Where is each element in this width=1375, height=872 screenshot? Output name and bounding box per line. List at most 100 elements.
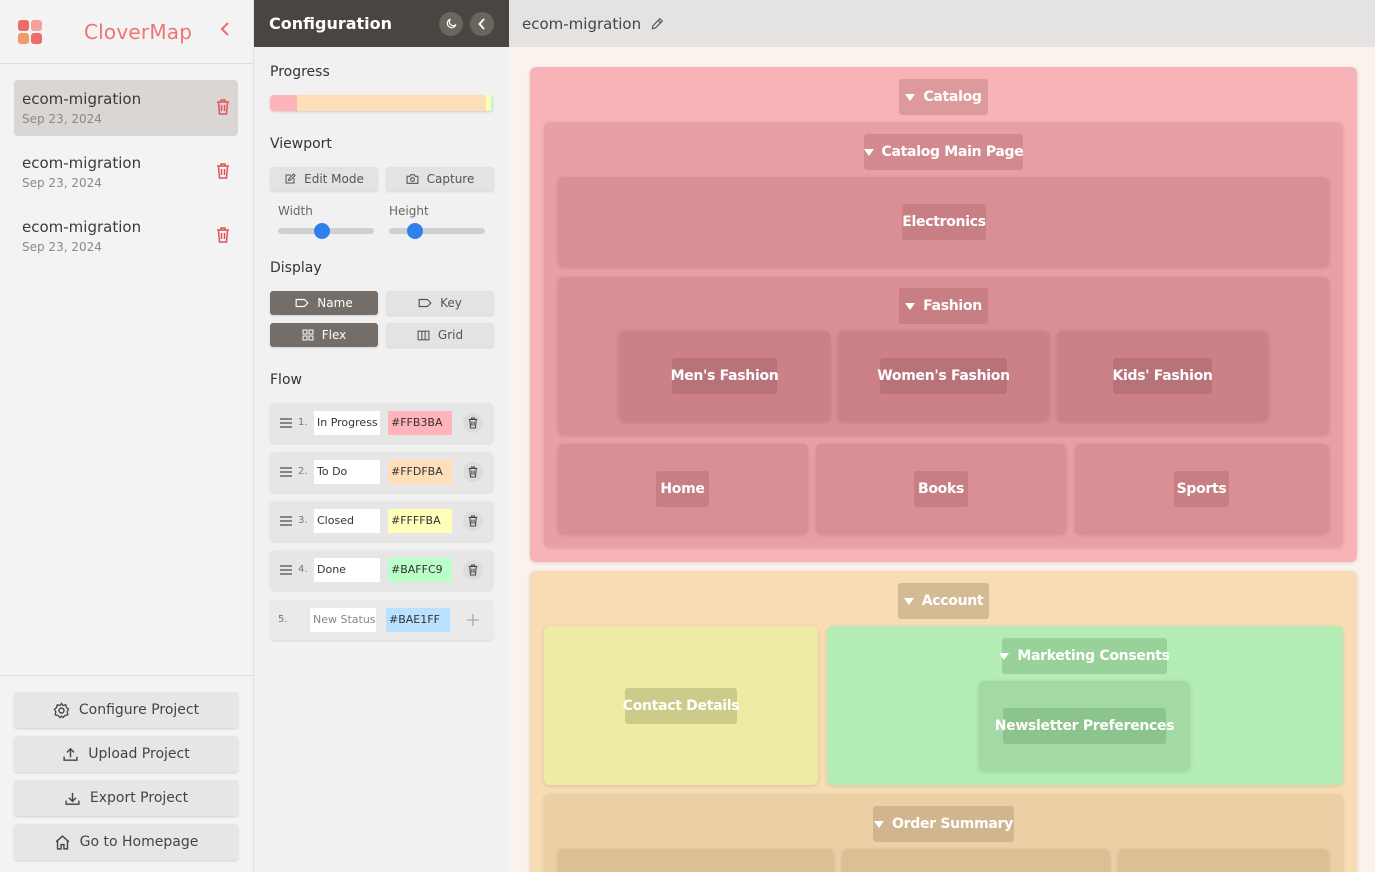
delete-project-icon[interactable]: [216, 227, 230, 243]
new-status-color-input[interactable]: #BAE1FF: [386, 608, 450, 632]
catalog-label-text: Catalog: [923, 89, 982, 105]
width-slider-thumb[interactable]: [314, 223, 330, 239]
delete-project-icon[interactable]: [216, 163, 230, 179]
flow-status-color-input[interactable]: #FFDFBA: [388, 460, 452, 484]
order-summary-child-node[interactable]: [1118, 849, 1329, 872]
delete-status-button[interactable]: [463, 560, 483, 580]
drag-handle-icon[interactable]: [280, 565, 292, 575]
go-to-homepage-button[interactable]: Go to Homepage: [14, 824, 238, 860]
home-label[interactable]: Home: [656, 471, 709, 507]
flow-status-name-input[interactable]: To Do: [314, 460, 380, 484]
womens-fashion-label[interactable]: Women's Fashion: [877, 358, 1010, 394]
catalog-main-page-label-text: Catalog Main Page: [881, 144, 1024, 160]
collapse-triangle-icon[interactable]: [999, 652, 1010, 660]
marketing-consents-label-text: Marketing Consents: [1017, 648, 1170, 664]
order-summary-child-node[interactable]: [842, 849, 1110, 872]
books-label[interactable]: Books: [914, 471, 968, 507]
display-flex-button[interactable]: Flex: [270, 323, 378, 347]
delete-status-button[interactable]: [463, 462, 483, 482]
mens-fashion-label[interactable]: Men's Fashion: [671, 358, 779, 394]
catalog-label[interactable]: Catalog: [899, 79, 988, 115]
configure-project-button[interactable]: Configure Project: [14, 692, 238, 728]
order-summary-label-text: Order Summary: [892, 816, 1013, 832]
flow-status-name-input[interactable]: In Progress: [314, 411, 380, 435]
electronics-label[interactable]: Electronics: [902, 204, 986, 240]
collapse-sidebar-icon[interactable]: [215, 21, 235, 42]
edit-mode-button[interactable]: Edit Mode: [270, 167, 378, 191]
project-name: ecom-migration: [22, 154, 142, 172]
flow-status-number: 4.: [298, 564, 308, 575]
display-section-label: Display: [270, 260, 322, 276]
canvas-topbar: ecom-migration: [509, 0, 1375, 47]
collapse-triangle-icon[interactable]: [874, 820, 885, 828]
upload-icon: [63, 747, 78, 761]
flow-status-number: 3.: [298, 515, 308, 526]
flow-status-color-input[interactable]: #FFFFBA: [388, 509, 452, 533]
project-date: Sep 23, 2024: [22, 240, 102, 254]
flow-status-row: 2. To Do #FFDFBA: [270, 452, 493, 492]
export-project-label: Export Project: [89, 790, 189, 806]
project-item[interactable]: ecom-migration Sep 23, 2024: [14, 208, 238, 264]
edit-mode-label: Edit Mode: [304, 172, 364, 186]
project-item[interactable]: ecom-migration Sep 23, 2024: [14, 80, 238, 136]
add-status-button[interactable]: [463, 610, 483, 630]
upload-project-button[interactable]: Upload Project: [14, 736, 238, 772]
capture-button[interactable]: Capture: [386, 167, 494, 191]
plus-icon: [467, 614, 479, 626]
collapse-triangle-icon[interactable]: [905, 302, 916, 310]
kids-fashion-label[interactable]: Kids' Fashion: [1112, 358, 1213, 394]
contact-details-label[interactable]: Contact Details: [623, 688, 740, 724]
display-name-button[interactable]: Name: [270, 291, 378, 315]
sitemap-canvas: Catalog Catalog Main Page Electronics Fa…: [509, 47, 1375, 872]
width-slider[interactable]: [278, 223, 374, 239]
dark-mode-toggle[interactable]: [439, 11, 463, 36]
flow-status-number: 1.: [298, 417, 308, 428]
collapse-config-button[interactable]: [470, 11, 494, 36]
home-icon: [55, 834, 70, 850]
marketing-consents-label[interactable]: Marketing Consents: [999, 638, 1170, 674]
brand-header: CloverMap: [0, 0, 253, 64]
height-slider[interactable]: [389, 223, 485, 239]
pencil-icon[interactable]: [650, 17, 664, 31]
delete-status-button[interactable]: [463, 511, 483, 531]
drag-handle-icon[interactable]: [280, 516, 292, 526]
order-summary-label[interactable]: Order Summary: [873, 806, 1014, 842]
trash-icon: [468, 466, 478, 478]
fashion-label[interactable]: Fashion: [899, 288, 988, 324]
new-status-row: 5. New Status #BAE1FF: [270, 600, 493, 640]
upload-project-label: Upload Project: [88, 746, 190, 762]
moon-icon: [446, 18, 456, 29]
progress-segment-to-do: [296, 95, 487, 111]
collapse-triangle-icon[interactable]: [863, 148, 874, 156]
progress-segment-in-progress: [270, 95, 297, 111]
flow-status-name-input[interactable]: Closed: [314, 509, 380, 533]
height-slider-thumb[interactable]: [406, 223, 423, 239]
drag-handle-icon[interactable]: [280, 418, 292, 428]
collapse-triangle-icon[interactable]: [905, 93, 916, 101]
height-label: Height: [389, 204, 429, 218]
new-status-number: 5.: [278, 614, 288, 625]
camera-icon: [406, 174, 419, 184]
flow-status-color-input[interactable]: #FFB3BA: [388, 411, 452, 435]
new-status-name-input[interactable]: New Status: [310, 608, 376, 632]
export-project-button[interactable]: Export Project: [14, 780, 238, 816]
flow-status-name-input[interactable]: Done: [314, 558, 380, 582]
configuration-header: Configuration: [254, 0, 509, 47]
trash-icon: [468, 417, 478, 429]
project-item[interactable]: ecom-migration Sep 23, 2024: [14, 144, 238, 200]
sports-label[interactable]: Sports: [1174, 471, 1229, 507]
drag-handle-icon[interactable]: [280, 467, 292, 477]
catalog-main-page-label[interactable]: Catalog Main Page: [863, 134, 1024, 170]
display-grid-button[interactable]: Grid: [386, 323, 494, 347]
project-name: ecom-migration: [22, 218, 142, 236]
delete-status-button[interactable]: [463, 413, 483, 433]
collapse-triangle-icon[interactable]: [903, 597, 914, 605]
page-title[interactable]: ecom-migration: [522, 15, 641, 33]
tag-icon: [418, 298, 432, 308]
delete-project-icon[interactable]: [216, 99, 230, 115]
account-label[interactable]: Account: [898, 583, 989, 619]
display-key-button[interactable]: Key: [386, 291, 494, 315]
order-summary-child-node[interactable]: [558, 849, 834, 872]
newsletter-preferences-label[interactable]: Newsletter Preferences: [995, 708, 1175, 744]
flow-status-color-input[interactable]: #BAFFC9: [388, 558, 452, 582]
